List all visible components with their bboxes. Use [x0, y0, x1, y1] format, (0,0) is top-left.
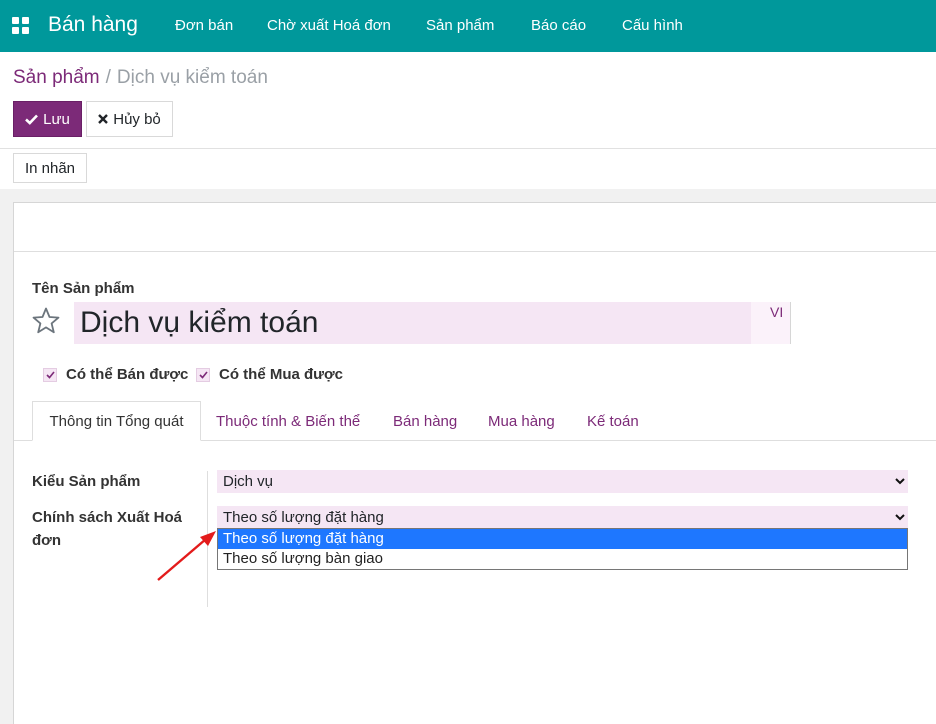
- product-type-label: Kiểu Sản phẩm: [32, 473, 141, 490]
- option-delivered-quantity[interactable]: Theo số lượng bàn giao: [218, 549, 907, 569]
- discard-button-label: Hủy bỏ: [113, 110, 161, 128]
- product-name-label: Tên Sản phẩm: [32, 280, 135, 297]
- language-button[interactable]: VI: [770, 304, 783, 320]
- tab-purchase[interactable]: Mua hàng: [488, 413, 555, 430]
- top-navbar: Bán hàng Đơn bán Chờ xuất Hoá đơn Sản ph…: [0, 0, 936, 52]
- tab-general-info[interactable]: Thông tin Tổng quát: [32, 401, 201, 441]
- apps-menu-icon[interactable]: [12, 17, 29, 34]
- product-name-input[interactable]: [74, 302, 751, 344]
- tab-accounting[interactable]: Kế toán: [587, 413, 639, 430]
- invoice-policy-value: Theo số lượng đặt hàng: [223, 509, 384, 526]
- print-labels-button[interactable]: In nhãn: [13, 153, 87, 183]
- product-type-select[interactable]: Dịch vụ: [217, 470, 908, 493]
- checkbox-purchased[interactable]: [196, 367, 210, 382]
- breadcrumb-current: Dịch vụ kiểm toán: [116, 67, 268, 88]
- nav-item-orders[interactable]: Đơn bán: [175, 17, 233, 34]
- can-be-purchased-label: Có thể Mua được: [219, 366, 344, 383]
- star-icon[interactable]: [31, 306, 61, 336]
- close-icon: [98, 114, 109, 124]
- can-be-sold-label: Có thể Bán được: [66, 366, 189, 383]
- breadcrumb-parent[interactable]: Sản phẩm: [13, 67, 100, 88]
- tab-sales[interactable]: Bán hàng: [393, 413, 457, 430]
- breadcrumb: Sản phẩm / Dịch vụ kiểm toán: [13, 67, 268, 89]
- can-be-purchased-checkbox[interactable]: Có thể Mua được: [196, 366, 343, 383]
- control-panel-divider: [0, 148, 936, 149]
- product-type-value: Dịch vụ: [223, 473, 274, 490]
- can-be-sold-checkbox[interactable]: Có thể Bán được: [43, 366, 188, 383]
- annotation-arrow-icon: [157, 531, 216, 581]
- checkmark-icon: [198, 370, 208, 379]
- chevron-down-icon: [895, 478, 905, 485]
- nav-item-configuration[interactable]: Cấu hình: [622, 17, 683, 34]
- nav-item-to-invoice[interactable]: Chờ xuất Hoá đơn: [267, 17, 391, 34]
- app-brand[interactable]: Bán hàng: [48, 13, 138, 37]
- option-ordered-quantity[interactable]: Theo số lượng đặt hàng: [218, 529, 907, 549]
- checkmark-icon: [45, 370, 55, 379]
- sheet-header: [14, 203, 936, 252]
- invoice-policy-dropdown: Theo số lượng đặt hàng Theo số lượng bàn…: [217, 528, 908, 570]
- check-icon: [25, 114, 39, 125]
- save-button[interactable]: Lưu: [13, 101, 82, 137]
- save-button-label: Lưu: [43, 110, 70, 128]
- discard-button[interactable]: Hủy bỏ: [86, 101, 173, 137]
- form-sheet: Tên Sản phẩm VI Có thể Bán được Có thể M…: [13, 202, 936, 724]
- chevron-down-icon: [895, 514, 905, 521]
- checkbox-sold[interactable]: [43, 367, 57, 382]
- nav-item-products[interactable]: Sản phẩm: [426, 17, 494, 34]
- tab-attributes-variants[interactable]: Thuộc tính & Biến thể: [216, 413, 360, 430]
- breadcrumb-separator: /: [105, 67, 111, 88]
- nav-item-reporting[interactable]: Báo cáo: [531, 17, 586, 34]
- invoice-policy-select[interactable]: Theo số lượng đặt hàng: [217, 506, 908, 529]
- control-panel: Sản phẩm / Dịch vụ kiểm toán Lưu Hủy bỏ In…: [0, 52, 936, 189]
